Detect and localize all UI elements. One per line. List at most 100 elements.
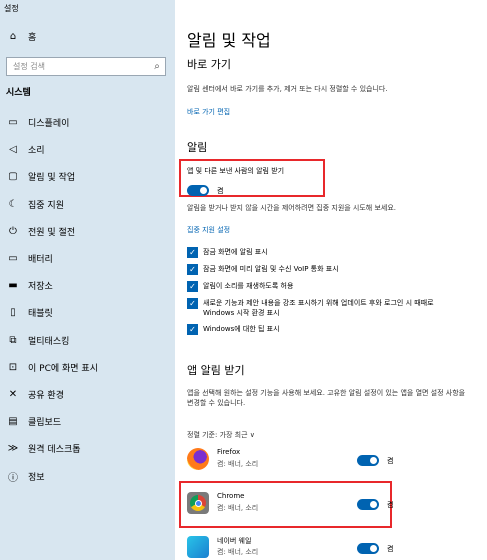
app-status: 켬: 배너, 소리 [217, 460, 259, 468]
page-title: 알림 및 작업 [187, 31, 271, 50]
sidebar-item-label: 집중 지원 [28, 200, 64, 211]
home-link[interactable]: ⌂ 홈 [6, 30, 36, 43]
sidebar-item-projecting[interactable]: ⊡ 이 PC에 화면 표시 [0, 354, 175, 381]
toggle-state: 켬 [217, 186, 224, 195]
sidebar-item-label: 태블릿 [28, 309, 53, 320]
sidebar-item-label: 멀티태스킹 [28, 336, 70, 347]
checkmark-icon[interactable]: ✓ [187, 247, 198, 258]
app-name: Firefox [217, 448, 241, 456]
checkbox-welcome-experience[interactable]: ✓ 새로운 기능과 제안 내용을 강조 표시하기 위해 업데이트 후와 로그인 시… [187, 298, 447, 318]
sidebar-nav: ▭ 디스플레이 ◁ 소리 ▢ 알림 및 작업 ☾ 집중 지원 ⏻ 전원 및 절전 ▭ 배터리… [0, 109, 175, 490]
checkmark-icon[interactable]: ✓ [187, 264, 198, 275]
share-icon: ✕ [8, 388, 18, 400]
chrome-logo-center [194, 499, 202, 507]
checkmark-icon[interactable]: ✓ [187, 298, 198, 309]
app-notifications-description: 앱을 선택해 원하는 설정 기능을 사용해 보세요. 고유한 알림 설정이 있는… [187, 389, 466, 407]
remote-icon: ≫ [7, 443, 19, 455]
checkbox-label: 잠금 화면에 알림 표시 [203, 248, 268, 256]
multitask-icon: ⧉ [9, 334, 17, 346]
chrome-toggle[interactable] [357, 499, 379, 510]
sidebar-item-label: 클립보드 [28, 418, 62, 429]
sidebar-item-label: 소리 [28, 146, 45, 157]
app-row-firefox[interactable]: Firefox 켬: 배너, 소리 켬 [187, 446, 457, 476]
sidebar-item-label: 전원 및 절전 [28, 227, 76, 238]
focus-assist-link[interactable]: 집중 지원 설정 [187, 225, 230, 235]
focus-assist-text: 알림을 받거나 받지 않을 시간을 제어하려면 집중 지원을 시도해 보세요. [187, 204, 397, 212]
sidebar-item-battery[interactable]: ▭ 배터리 [0, 245, 175, 272]
toggle-state: 켬 [387, 456, 394, 465]
edit-quick-actions-link[interactable]: 바로 가기 편집 [187, 107, 230, 117]
sort-dropdown[interactable]: 정렬 기준: 가장 최근 ∨ [187, 430, 255, 440]
toggle-state: 켬 [387, 500, 394, 509]
sidebar-item-storage[interactable]: ▬ 저장소 [0, 272, 175, 299]
clipboard-icon: ▤ [8, 416, 18, 428]
checkbox-tips[interactable]: ✓ Windows에 대한 팁 표시 [187, 324, 447, 335]
sidebar-item-about[interactable]: ⓘ 정보 [0, 462, 175, 489]
app-row-chrome[interactable]: Chrome 켬: 배너, 소리 켬 [187, 490, 457, 520]
checkbox-lock-screen[interactable]: ✓ 잠금 화면에 알림 표시 [187, 247, 447, 258]
sidebar-item-display[interactable]: ▭ 디스플레이 [0, 109, 175, 136]
firefox-toggle[interactable] [357, 455, 379, 466]
sidebar-item-clipboard[interactable]: ▤ 클립보드 [0, 408, 175, 435]
sidebar-item-remote[interactable]: ≫ 원격 데스크톱 [0, 435, 175, 462]
checkbox-label: Windows에 대한 팁 표시 [203, 325, 280, 333]
app-status: 켬: 배너, 소리 [217, 548, 259, 556]
notifications-heading: 알림 [187, 141, 208, 154]
chrome-icon [187, 492, 209, 514]
chrome-toggle-row[interactable]: 켬 [357, 494, 393, 513]
sidebar-item-focus[interactable]: ☾ 집중 지원 [0, 191, 175, 218]
whale-toggle-row[interactable]: 켬 [357, 538, 393, 557]
quick-actions-description: 알림 센터에서 바로 가기를 추가, 제거 또는 다시 정렬할 수 있습니다. [187, 85, 388, 93]
app-status: 켬: 배너, 소리 [217, 504, 259, 512]
app-name: Chrome [217, 492, 245, 500]
sidebar-item-label: 배터리 [28, 255, 53, 266]
checkbox-label: 알림이 소리를 재생하도록 허용 [203, 282, 294, 290]
search-input[interactable]: 설정 검색 ⌕ [6, 57, 166, 76]
battery-icon: ▭ [8, 253, 18, 265]
info-icon: ⓘ [8, 472, 18, 484]
search-placeholder: 설정 검색 [13, 62, 45, 71]
notifications-toggle[interactable] [187, 185, 209, 196]
toggle-state: 켬 [387, 544, 394, 553]
monitor-icon: ▭ [8, 117, 18, 129]
quick-actions-heading: 바로 가기 [187, 58, 231, 71]
notification-icon: ▢ [8, 171, 18, 183]
sidebar-item-notifications[interactable]: ▢ 알림 및 작업 [0, 163, 175, 190]
search-icon[interactable]: ⌕ [149, 61, 165, 72]
notifications-toggle-label: 앱 및 다른 보낸 사람의 알림 받기 [187, 167, 285, 175]
sidebar-item-power[interactable]: ⏻ 전원 및 절전 [0, 218, 175, 245]
checkmark-icon[interactable]: ✓ [187, 324, 198, 335]
main-content: 알림 및 작업 바로 가기 알림 센터에서 바로 가기를 추가, 제거 또는 다… [175, 0, 487, 560]
window-title: 설정 [4, 4, 19, 13]
checkbox-label: 잠금 화면에 미리 알림 및 수신 VoIP 통화 표시 [203, 265, 339, 273]
sidebar-item-multitasking[interactable]: ⧉ 멀티태스킹 [0, 327, 175, 354]
sidebar-item-tablet[interactable]: ▯ 태블릿 [0, 299, 175, 326]
notification-options: ✓ 잠금 화면에 알림 표시 ✓ 잠금 화면에 미리 알림 및 수신 VoIP 통화… [187, 247, 447, 341]
sidebar: 설정 ⌂ 홈 설정 검색 ⌕ 시스템 ▭ 디스플레이 ◁ 소리 ▢ 알림 및 작업 ☾… [0, 0, 175, 560]
storage-icon: ▬ [8, 280, 18, 292]
checkbox-label: 새로운 기능과 제안 내용을 강조 표시하기 위해 업데이트 후와 로그인 시 … [203, 299, 434, 317]
app-row-whale[interactable]: 네이버 웨일 켬: 배너, 소리 켬 [187, 534, 457, 560]
app-notifications-heading: 앱 알림 받기 [187, 364, 245, 377]
whale-toggle[interactable] [357, 543, 379, 554]
notifications-toggle-row[interactable]: 켬 [187, 180, 223, 199]
sidebar-item-sound[interactable]: ◁ 소리 [0, 136, 175, 163]
checkbox-reminders-voip[interactable]: ✓ 잠금 화면에 미리 알림 및 수신 VoIP 통화 표시 [187, 264, 447, 275]
firefox-toggle-row[interactable]: 켬 [357, 450, 393, 469]
sidebar-item-label: 저장소 [28, 282, 53, 293]
chrome-logo [190, 495, 206, 511]
home-label: 홈 [28, 33, 37, 43]
sidebar-item-label: 원격 데스크톱 [28, 445, 81, 456]
home-icon: ⌂ [9, 31, 17, 42]
whale-icon [187, 536, 209, 558]
speaker-icon: ◁ [9, 144, 17, 156]
sidebar-item-label: 이 PC에 화면 표시 [28, 363, 98, 374]
project-icon: ⊡ [8, 361, 18, 373]
sidebar-item-shared[interactable]: ✕ 공유 환경 [0, 381, 175, 408]
checkmark-icon[interactable]: ✓ [187, 281, 198, 292]
firefox-icon [187, 448, 209, 470]
sidebar-item-label: 알림 및 작업 [28, 173, 76, 184]
sidebar-item-label: 공유 환경 [28, 390, 64, 401]
sidebar-item-label: 정보 [28, 472, 45, 483]
checkbox-play-sounds[interactable]: ✓ 알림이 소리를 재생하도록 허용 [187, 281, 447, 292]
